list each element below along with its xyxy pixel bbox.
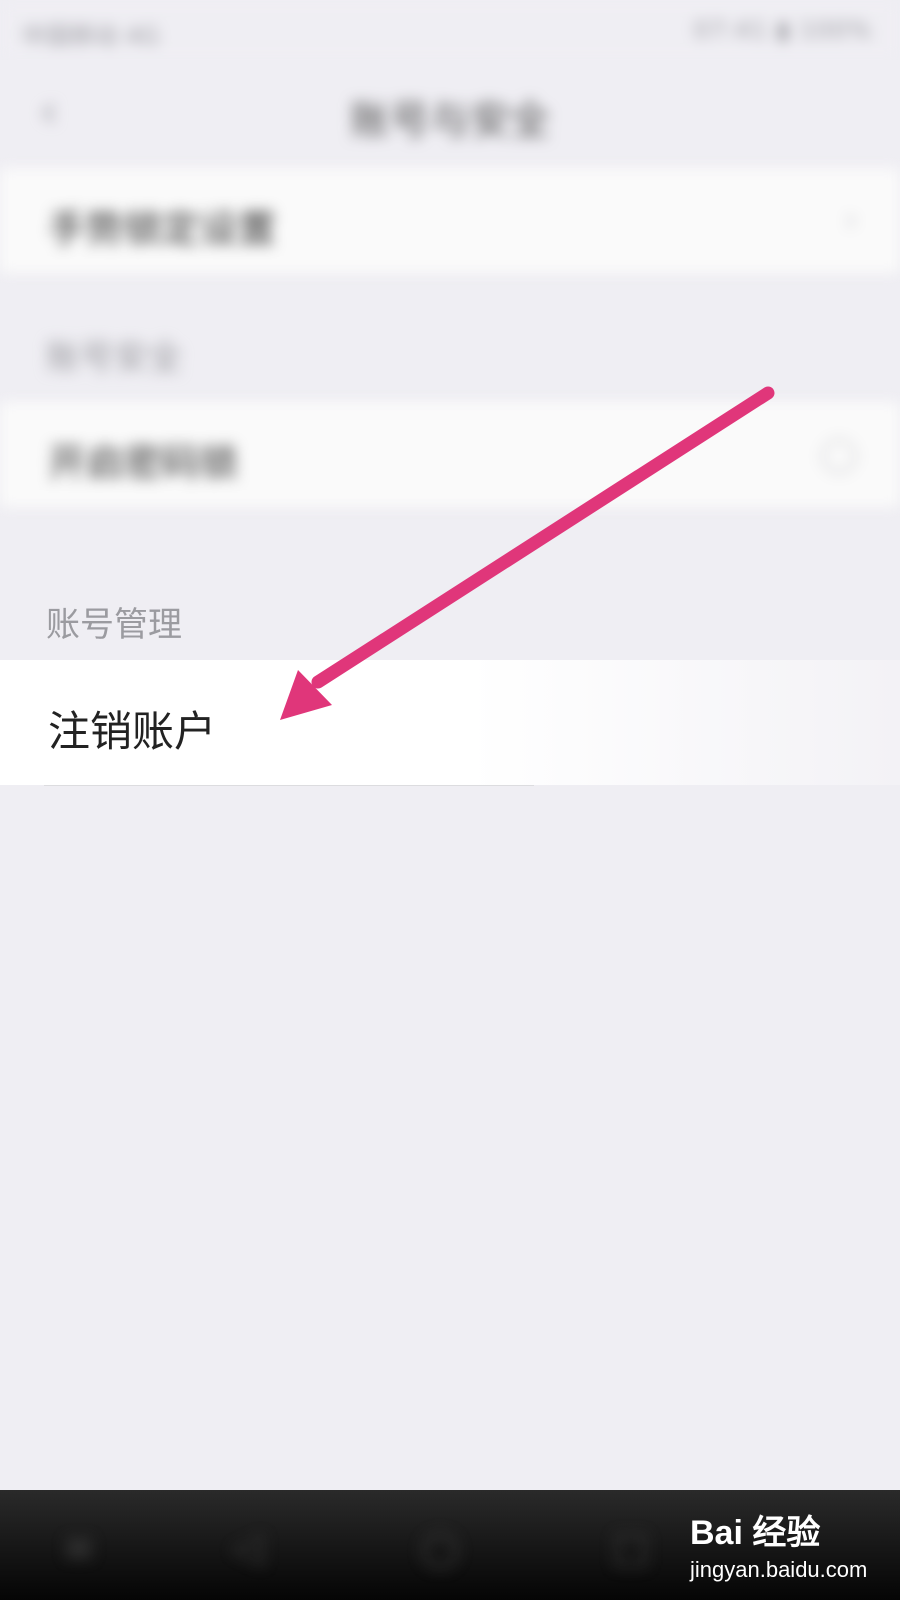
- arrow-shaft: [311, 386, 775, 689]
- back-icon[interactable]: ◁: [232, 1525, 263, 1571]
- recent-apps-icon[interactable]: □: [612, 1525, 650, 1571]
- menu-icon[interactable]: ≡: [62, 1525, 96, 1571]
- watermark-brand: Bai 经验: [690, 1514, 821, 1552]
- annotation-arrow: [280, 386, 775, 720]
- home-icon[interactable]: ○: [420, 1520, 460, 1574]
- watermark-url: jingyan.baidu.com: [690, 1557, 868, 1582]
- watermark-logo: Bai 经验 jingyan.baidu.com: [690, 1505, 890, 1595]
